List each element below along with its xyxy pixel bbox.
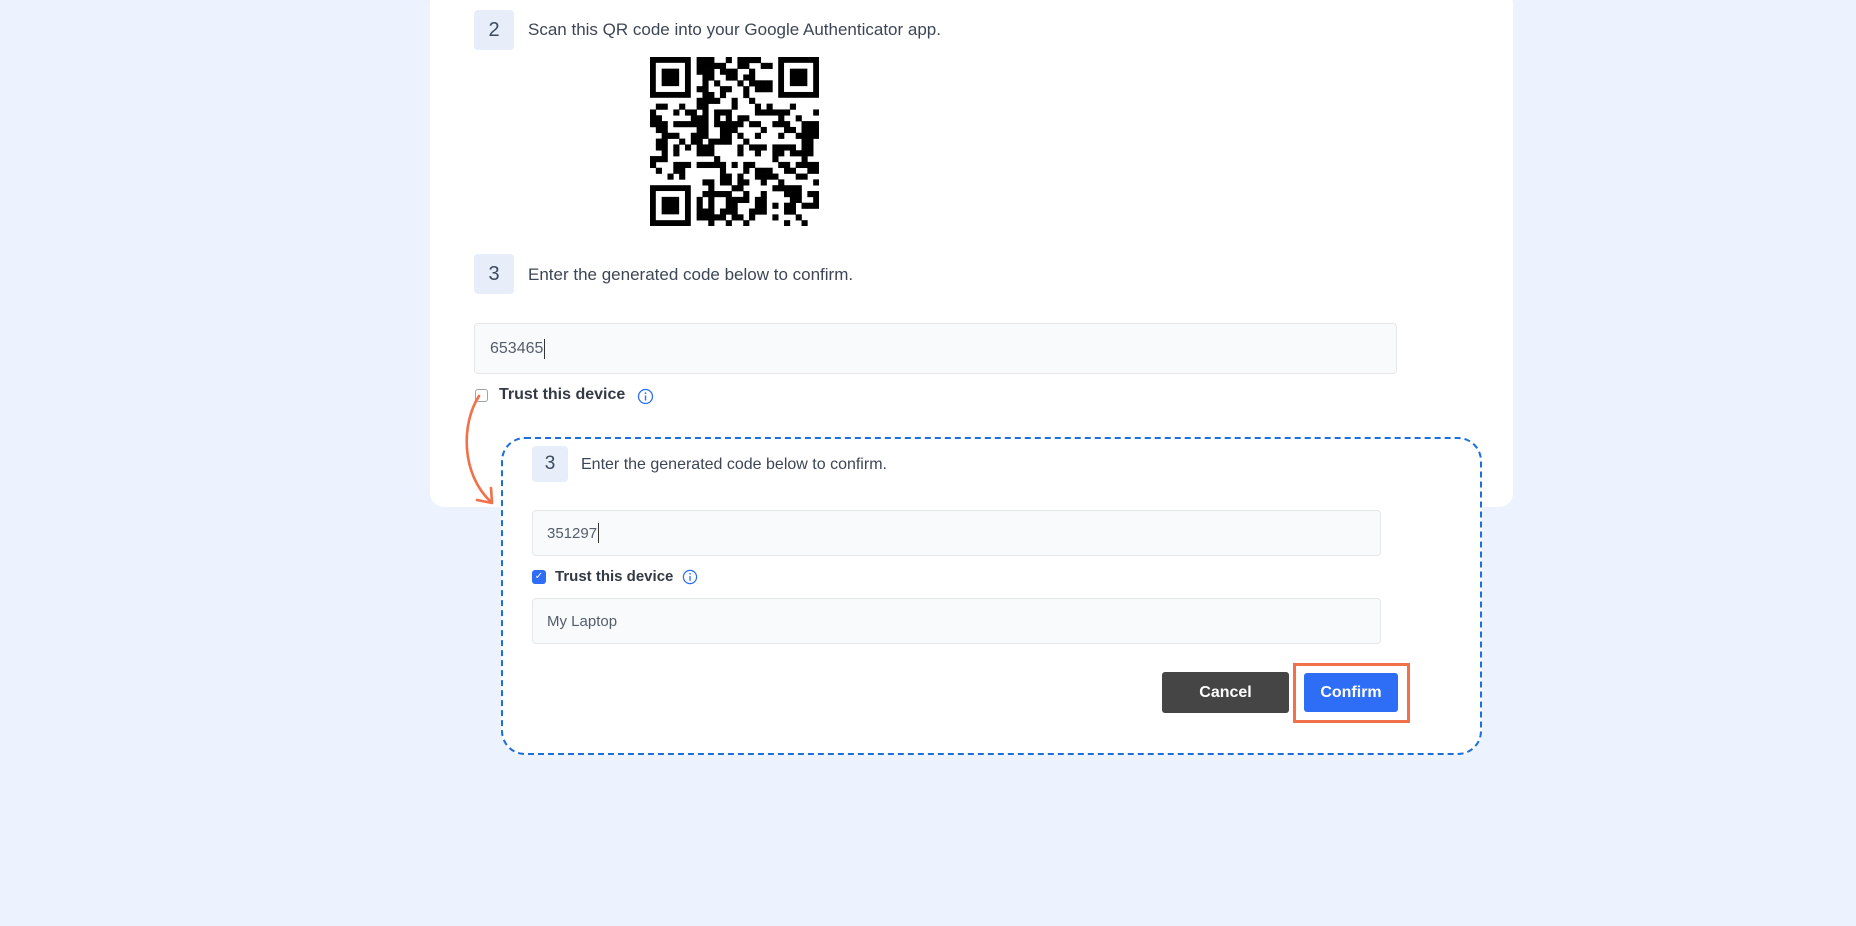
qr-code-icon — [650, 57, 819, 226]
step-3-instruction: Enter the generated code below to confir… — [528, 265, 854, 284]
text-caret — [544, 338, 546, 359]
info-icon[interactable] — [682, 569, 698, 585]
step-2-instruction: Scan this QR code into your Google Authe… — [528, 20, 941, 39]
text-caret — [598, 523, 600, 543]
zoomed-step-3-badge: 3 — [532, 446, 568, 482]
device-name-input-value: My Laptop — [547, 612, 618, 630]
device-name-input[interactable]: My Laptop — [532, 598, 1381, 644]
code-input-value: 653465 — [490, 339, 544, 357]
setup-card — [430, 0, 1513, 507]
code-input[interactable]: 653465 — [474, 323, 1397, 374]
zoomed-step-3-instruction: Enter the generated code below to confir… — [581, 456, 887, 473]
step-2-badge: 2 — [474, 10, 514, 50]
cancel-button[interactable]: Cancel — [1162, 672, 1289, 713]
info-icon[interactable] — [637, 388, 654, 405]
checkmark-icon: ✓ — [534, 571, 544, 582]
zoomed-code-input[interactable]: 351297 — [532, 510, 1381, 556]
zoomed-trust-device-checkbox[interactable]: ✓ — [532, 570, 546, 584]
trust-device-label: Trust this device — [499, 386, 626, 403]
step-3-badge: 3 — [474, 254, 514, 294]
zoomed-trust-device-label: Trust this device — [555, 568, 674, 585]
zoomed-code-input-value: 351297 — [547, 524, 598, 542]
confirm-highlight — [1293, 663, 1410, 723]
